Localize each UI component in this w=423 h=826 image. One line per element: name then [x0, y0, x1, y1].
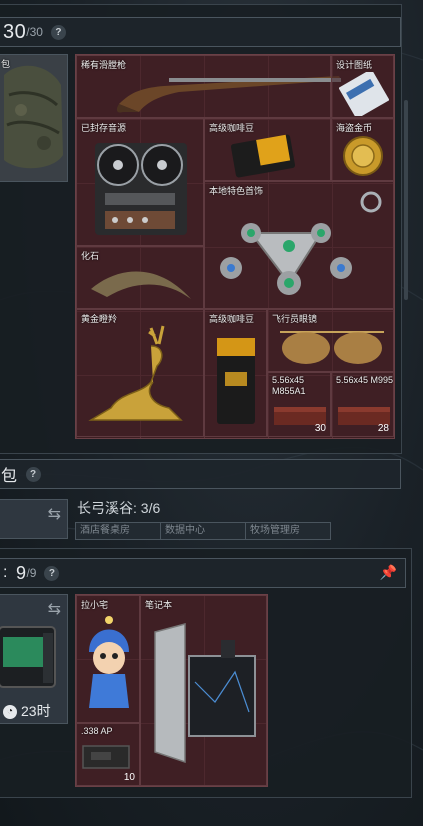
item-glasses[interactable]: 飞行员眼镜: [267, 309, 394, 372]
item-label: 笔记本: [145, 600, 173, 610]
coin-icon: [343, 136, 383, 176]
item-label: 高级咖啡豆: [209, 314, 255, 324]
pin-icon[interactable]: 📌: [380, 564, 397, 581]
item-deer[interactable]: 黄金瞪羚: [76, 309, 204, 437]
stash-count: 30: [3, 20, 27, 43]
item-label: 5.56x45 M995: [336, 375, 394, 385]
help-icon[interactable]: ?: [50, 24, 66, 40]
item-coffee-1[interactable]: 高级咖啡豆: [204, 118, 331, 181]
item-rifle[interactable]: 稀有滑膛枪: [76, 55, 341, 118]
stash-header: 30 /30 ?: [0, 17, 401, 47]
item-count: 30: [314, 423, 326, 434]
item-label: 海盗金币: [336, 123, 373, 133]
item-laptop[interactable]: 笔记本: [140, 595, 267, 786]
item-fossil[interactable]: 化石: [76, 246, 204, 309]
item-ammo-m995[interactable]: 5.56x45 M995 28: [331, 372, 394, 437]
secure-case-slot[interactable]: ⇆ ◔ 23时: [0, 594, 68, 724]
item-label: 拉小宅: [81, 600, 109, 610]
secure-count: 9: [15, 562, 27, 583]
item-label: 5.56x45 M855A1: [272, 375, 306, 396]
item-label: 设计图纸: [336, 60, 373, 70]
case-timer: 23时: [21, 703, 51, 719]
stash-capacity: /30: [26, 25, 43, 39]
swap-icon[interactable]: ⇆: [48, 599, 61, 619]
fossil-claw-icon: [91, 271, 191, 299]
swap-icon[interactable]: ⇆: [48, 504, 61, 524]
item-design[interactable]: 设计图纸: [331, 55, 394, 118]
item-gold[interactable]: 海盗金币: [331, 118, 394, 181]
map-tabs: 酒店餐桌房 数据中心 牧场管理房: [75, 522, 331, 540]
reel-recorder-icon: [95, 143, 187, 235]
secure-label: :: [3, 564, 8, 581]
secure-header: : 9 /9 ? 📌: [0, 558, 406, 588]
jewelry-icon: [220, 191, 382, 295]
map-status: 长弓溪谷: 3/6: [77, 500, 161, 516]
backpack-slot[interactable]: 包: [0, 54, 68, 182]
pouch-slot[interactable]: ⇆: [0, 499, 68, 539]
item-ammo-338[interactable]: .338 AP 10: [76, 723, 140, 786]
item-jewel[interactable]: 本地特色首饰: [204, 181, 394, 309]
plush-doll-icon: [89, 616, 129, 708]
pouch-header: 包 ?: [0, 459, 401, 489]
item-coffee-2[interactable]: 高级咖啡豆: [204, 309, 267, 437]
item-count: 28: [377, 423, 389, 434]
secure-capacity: /9: [26, 566, 37, 580]
clock-icon: ◔: [3, 705, 17, 719]
coffee-bag-icon: [217, 338, 255, 424]
item-tape[interactable]: 已封存音源: [76, 118, 204, 246]
aviator-glasses-icon: [280, 331, 384, 364]
item-ammo-m855a1[interactable]: 5.56x45 M855A1 30: [267, 372, 331, 437]
help-icon[interactable]: ?: [44, 565, 60, 581]
backpack-label: 包: [1, 59, 11, 69]
map-tab[interactable]: 牧场管理房: [246, 523, 330, 539]
secure-case-icon: [0, 626, 56, 688]
golden-gazelle-icon: [88, 325, 183, 421]
coffee-bag-icon: [230, 134, 296, 178]
item-doll[interactable]: 拉小宅: [76, 595, 140, 723]
help-icon[interactable]: ?: [25, 466, 41, 482]
map-tab[interactable]: 数据中心: [161, 523, 246, 539]
map-tab[interactable]: 酒店餐桌房: [76, 523, 161, 539]
scrollbar[interactable]: [404, 100, 408, 300]
pouch-label: 包: [1, 468, 18, 485]
backpack-icon: [4, 65, 63, 169]
item-count: 10: [123, 772, 135, 783]
item-label: .338 AP: [81, 726, 113, 736]
laptop-icon: [154, 623, 256, 764]
musket-icon: [116, 76, 341, 113]
ammo-box-icon: [82, 745, 130, 769]
blueprint-icon: [339, 72, 389, 116]
